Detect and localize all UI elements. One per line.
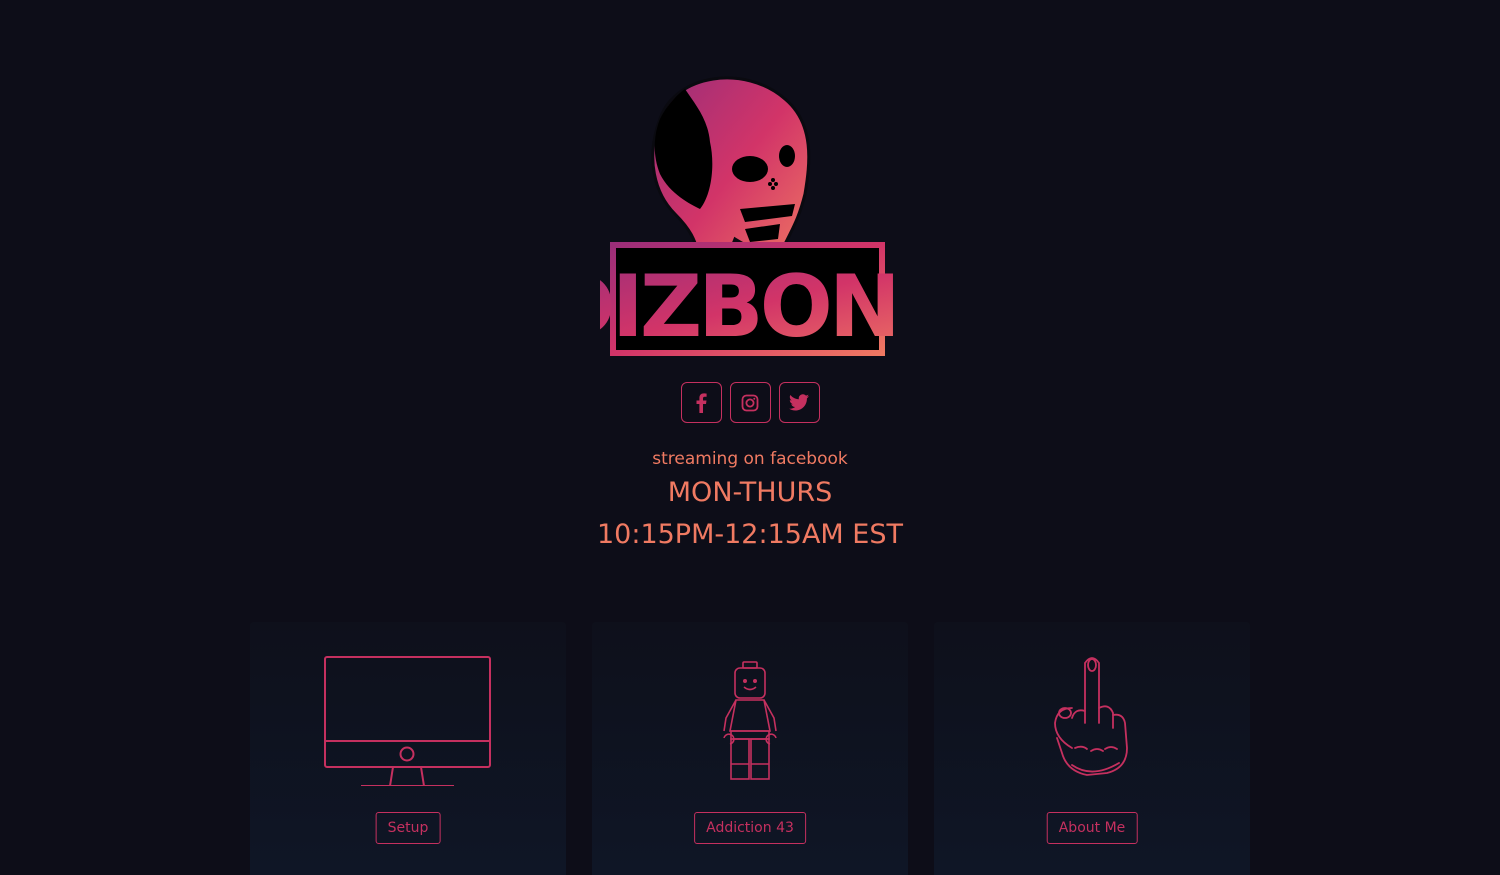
- twitter-button[interactable]: [778, 382, 820, 423]
- instagram-button[interactable]: [729, 382, 771, 423]
- facebook-button[interactable]: [680, 382, 722, 423]
- setup-button[interactable]: Setup: [375, 812, 441, 844]
- card-setup: Setup: [250, 622, 566, 875]
- social-links: [0, 382, 1500, 423]
- card-about-me: About Me: [934, 622, 1250, 875]
- skull-logo-icon: DIZBONE: [544, 76, 956, 357]
- lego-minifigure-icon: [723, 660, 777, 780]
- instagram-icon: [741, 394, 759, 411]
- stream-platform-label: streaming on facebook: [652, 449, 848, 469]
- about-me-button[interactable]: About Me: [1046, 812, 1138, 844]
- stream-days: MON-THURS: [667, 477, 833, 508]
- brand-wordmark: DIZBONE: [600, 257, 900, 357]
- middle-finger-hand-icon: [1054, 657, 1128, 776]
- twitter-icon: [789, 394, 809, 411]
- card-addiction-43: Addiction 43: [592, 622, 908, 875]
- stream-hours: 10:15PM-12:15AM EST: [597, 519, 903, 550]
- addiction-43-button[interactable]: Addiction 43: [694, 812, 806, 844]
- facebook-icon: [696, 392, 707, 413]
- brand-logo: DIZBONE: [544, 64, 956, 364]
- imac-monitor-icon: [324, 655, 491, 786]
